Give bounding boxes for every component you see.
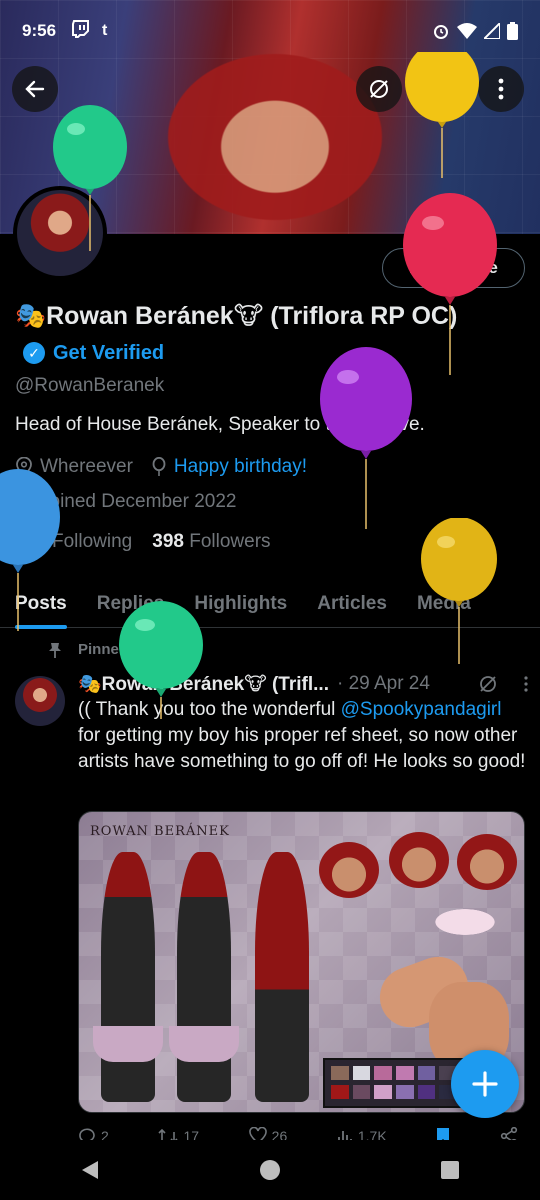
post-text-start: (( Thank you too the wonderful xyxy=(78,699,341,720)
palette-swatch xyxy=(331,1085,349,1099)
pinned-label: Pinned xyxy=(78,641,129,658)
grok-icon[interactable] xyxy=(478,674,498,694)
profile-bio: Head of House Beránek, Speaker to the Ar… xyxy=(15,414,425,435)
battery-icon xyxy=(507,22,518,40)
ref-figure-front xyxy=(93,852,163,1102)
location-item: Whereever xyxy=(15,456,133,478)
profile-handle: @RowanBeranek xyxy=(15,375,165,396)
post-date: · 29 Apr 24 xyxy=(336,673,430,694)
post-author-avatar[interactable] xyxy=(15,676,65,726)
following-count: 550 xyxy=(15,531,47,552)
joined-item: Joined December 2022 xyxy=(15,491,236,513)
profile-name-block: 🎭Rowan Beránek🐮 (Triflora RP OC) ✓ Get V… xyxy=(15,298,505,371)
back-button[interactable] xyxy=(12,66,58,112)
profile-avatar[interactable] xyxy=(13,186,107,280)
tab-posts[interactable]: Posts xyxy=(0,580,82,629)
status-bar: 9:56 t xyxy=(0,0,540,62)
compose-post-button[interactable] xyxy=(451,1050,519,1118)
post-header-icons xyxy=(478,674,528,694)
tab-replies[interactable]: Replies xyxy=(82,580,180,628)
ref-eye-study xyxy=(419,902,511,942)
verified-check-icon: ✓ xyxy=(23,342,45,364)
post-more-icon[interactable] xyxy=(524,676,528,692)
banner-character-art xyxy=(150,40,400,234)
balloon-icon xyxy=(152,457,166,476)
following-link[interactable]: 550 Following xyxy=(15,531,132,553)
cell-signal-icon xyxy=(484,23,500,39)
post-body: (( Thank you too the wonderful @Spookypa… xyxy=(78,697,528,775)
post-author-name[interactable]: 🎭Rowan Beránek🐮 (Trifl... xyxy=(78,672,329,696)
palette-swatch xyxy=(374,1066,392,1080)
more-vertical-icon xyxy=(498,78,504,100)
palette-swatch xyxy=(395,1085,414,1099)
grok-button[interactable] xyxy=(356,66,402,112)
calendar-icon xyxy=(15,495,33,511)
grok-icon xyxy=(370,80,388,98)
tumblr-icon: t xyxy=(102,22,108,39)
palette-swatch xyxy=(395,1066,414,1080)
joined-text: Joined December 2022 xyxy=(40,491,237,512)
post-text-end: for getting my boy his proper ref sheet,… xyxy=(78,725,526,772)
search-button[interactable] xyxy=(416,66,462,112)
palette-swatch xyxy=(374,1085,392,1099)
nav-back-icon[interactable] xyxy=(80,1159,100,1181)
location-pin-icon xyxy=(16,457,32,477)
status-indicators xyxy=(432,22,518,40)
ref-head-study-1 xyxy=(319,842,379,898)
tab-articles[interactable]: Articles xyxy=(302,580,402,628)
palette-swatch xyxy=(352,1066,371,1080)
profile-name: 🎭Rowan Beránek🐮 (Triflora RP OC) xyxy=(15,302,458,330)
nav-recents-icon[interactable] xyxy=(440,1160,460,1180)
wifi-icon xyxy=(457,23,477,39)
palette-swatch xyxy=(331,1066,349,1080)
nav-home-icon[interactable] xyxy=(259,1159,281,1181)
status-time: 9:56 xyxy=(22,21,57,40)
profile-meta-row: Whereever Happy birthday! xyxy=(15,456,307,478)
tab-highlights[interactable]: Highlights xyxy=(179,580,302,628)
birthday-item[interactable]: Happy birthday! xyxy=(151,456,307,478)
following-label: Following xyxy=(51,531,133,552)
ref-figure-back xyxy=(255,852,309,1102)
post-header: 🎭Rowan Beránek🐮 (Trifl... · 29 Apr 24 xyxy=(78,672,528,696)
get-verified-link[interactable]: ✓ Get Verified xyxy=(23,335,164,371)
location-text: Whereever xyxy=(40,456,133,477)
ref-head-study-2 xyxy=(389,832,449,888)
followers-link[interactable]: 398 Followers xyxy=(152,531,270,553)
palette-swatch xyxy=(417,1066,436,1080)
system-nav-bar xyxy=(0,1140,540,1200)
arrow-left-icon xyxy=(25,80,45,98)
palette-swatch xyxy=(352,1085,371,1099)
search-icon xyxy=(429,79,449,99)
birthday-text: Happy birthday! xyxy=(173,456,307,477)
twitch-icon xyxy=(72,19,90,43)
color-palette xyxy=(323,1058,465,1108)
pin-icon xyxy=(49,642,61,658)
edit-profile-button[interactable]: Edit profile xyxy=(382,248,525,288)
ref-head-study-3 xyxy=(457,834,517,890)
image-title: Rowan Beránek xyxy=(90,824,230,839)
more-options-button[interactable] xyxy=(478,66,524,112)
profile-tabs: Posts Replies Highlights Articles Media xyxy=(0,580,540,629)
follow-counts: 550 Following 398 Followers xyxy=(15,531,271,553)
alarm-icon xyxy=(434,25,448,39)
followers-count: 398 xyxy=(152,531,184,552)
balloon-purple-1 xyxy=(320,347,412,529)
palette-swatch xyxy=(417,1085,436,1099)
ref-figure-side xyxy=(169,852,239,1102)
plus-icon xyxy=(472,1071,498,1097)
get-verified-label: Get Verified xyxy=(53,342,165,364)
mention-link[interactable]: @Spookypandagirl xyxy=(341,699,502,720)
pinned-indicator: Pinned xyxy=(48,641,128,658)
tab-media[interactable]: Media xyxy=(402,580,486,628)
followers-label: Followers xyxy=(189,531,271,552)
